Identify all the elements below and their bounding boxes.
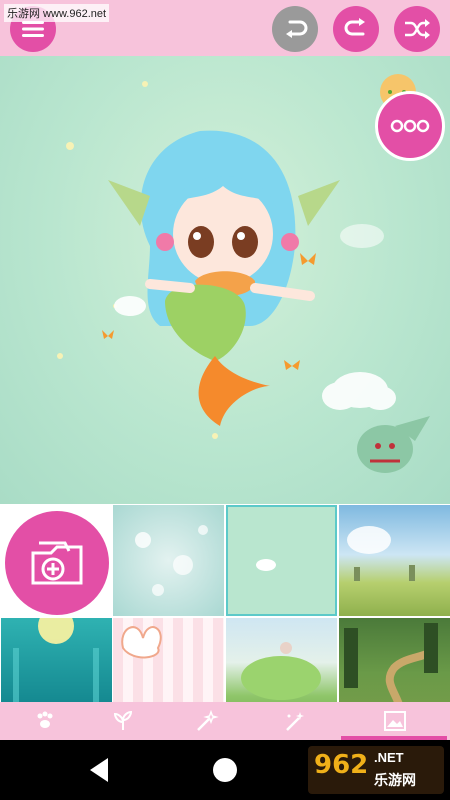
dressup-canvas[interactable]	[0, 56, 450, 504]
background-tile-snow-blossom[interactable]	[113, 505, 224, 616]
logo-domain: .NET	[374, 750, 404, 765]
sparkle-wand-icon	[286, 712, 304, 731]
plant-icon	[113, 710, 133, 730]
undo-button[interactable]	[272, 6, 318, 52]
watermark: 乐游网 www.962.net	[4, 4, 110, 22]
more-dots-icon	[390, 119, 430, 133]
logo-cn: 乐游网	[374, 772, 416, 788]
moon-mint-preview	[256, 514, 327, 571]
shuffle-button[interactable]	[394, 6, 440, 52]
add-photo-tile[interactable]	[1, 505, 112, 616]
shuffle-icon	[405, 19, 430, 39]
background-picker	[0, 504, 450, 729]
tab-background[interactable]	[340, 702, 450, 740]
tab-magic[interactable]	[162, 702, 252, 740]
background-tile-moon-mint[interactable]	[226, 505, 337, 616]
add-folder-icon	[31, 541, 83, 585]
top-toolbar: 乐游网 www.962.net	[0, 0, 450, 56]
list-icon	[22, 21, 44, 37]
image-icon	[384, 711, 406, 731]
mermaid-character	[108, 130, 340, 426]
paw-icon	[37, 711, 53, 728]
background-tile-field-sky[interactable]	[339, 505, 450, 616]
undo-icon	[286, 20, 308, 38]
more-options-button[interactable]	[375, 91, 445, 161]
category-tabbar	[0, 702, 450, 740]
blossom-pattern	[135, 525, 208, 596]
tab-pet[interactable]	[0, 702, 90, 740]
green-pet-character	[357, 416, 430, 473]
wand-icon	[197, 710, 219, 731]
home-icon[interactable]	[210, 755, 240, 785]
field-preview	[347, 526, 415, 581]
system-navbar: 962 .NET 乐游网	[0, 740, 450, 800]
redo-button[interactable]	[333, 6, 379, 52]
moon-decoration	[300, 74, 382, 206]
site-logo: 962 .NET 乐游网	[308, 746, 444, 794]
add-photo-button[interactable]	[5, 511, 109, 615]
tab-plants[interactable]	[78, 702, 168, 740]
back-icon[interactable]	[86, 756, 112, 784]
redo-icon	[344, 18, 365, 36]
logo-number: 962	[314, 750, 369, 780]
tab-effects[interactable]	[250, 702, 340, 740]
